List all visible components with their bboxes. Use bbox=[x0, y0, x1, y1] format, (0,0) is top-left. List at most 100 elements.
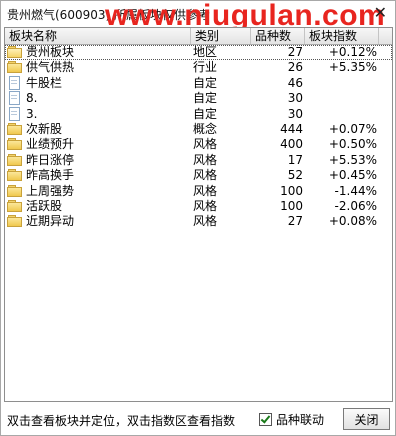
table-row[interactable]: 昨日涨停 风格 17 +5.53% bbox=[5, 153, 392, 168]
sector-name: 上周强势 bbox=[26, 183, 75, 198]
document-icon bbox=[7, 75, 22, 90]
cell-index[interactable] bbox=[307, 91, 377, 106]
column-header-index[interactable]: 板块指数 bbox=[305, 28, 379, 44]
column-header-name[interactable]: 板块名称 bbox=[5, 28, 191, 44]
sector-table[interactable]: 板块名称 类别 品种数 板块指数 贵州板块 地区 27 +0.12% 供气供热 行业 26 +… bbox=[4, 27, 393, 402]
cell-category: 风格 bbox=[193, 183, 218, 198]
cell-index[interactable]: +0.50% bbox=[307, 137, 377, 152]
title-bar[interactable]: 贵州燃气(600903) 所属板块仅供参考 www.niugulan.com ✕ bbox=[1, 0, 395, 32]
cell-index[interactable] bbox=[307, 107, 377, 122]
cell-index[interactable]: +0.08% bbox=[307, 214, 377, 229]
document-icon bbox=[7, 91, 22, 106]
cell-count: 100 bbox=[280, 183, 303, 198]
close-button[interactable]: 关闭 bbox=[343, 408, 390, 430]
table-row[interactable]: 3. 自定 30 bbox=[5, 106, 392, 122]
sector-name: 8. bbox=[26, 91, 38, 106]
folder-icon bbox=[7, 215, 22, 228]
folder-icon bbox=[7, 184, 22, 197]
table-row[interactable]: 业绩预升 风格 400 +0.50% bbox=[5, 137, 392, 152]
cell-index[interactable]: +5.53% bbox=[307, 153, 377, 168]
table-body: 贵州板块 地区 27 +0.12% 供气供热 行业 26 +5.35% 牛股栏 自定 46 8. 自定 3… bbox=[5, 45, 392, 230]
table-row[interactable]: 上周强势 风格 100 -1.44% bbox=[5, 184, 392, 199]
cell-name: 活跃股 bbox=[7, 199, 189, 214]
cell-name: 上周强势 bbox=[7, 184, 189, 199]
cell-count: 26 bbox=[287, 60, 303, 75]
sector-name: 昨高换手 bbox=[26, 168, 75, 183]
folder-icon bbox=[7, 169, 22, 182]
folder-icon bbox=[7, 199, 22, 212]
cell-name: 近期异动 bbox=[7, 214, 189, 229]
table-header: 板块名称 类别 品种数 板块指数 bbox=[5, 28, 392, 45]
cell-category: 地区 bbox=[193, 45, 218, 59]
cell-count: 30 bbox=[287, 91, 303, 106]
cell-index[interactable]: +5.35% bbox=[307, 60, 377, 75]
cell-category: 风格 bbox=[193, 198, 218, 213]
cell-count: 400 bbox=[280, 137, 303, 152]
cell-name: 3. bbox=[7, 106, 189, 122]
folder-icon bbox=[7, 153, 22, 166]
cell-index[interactable] bbox=[307, 76, 377, 91]
cell-name: 业绩预升 bbox=[7, 137, 189, 152]
cell-index[interactable]: +0.07% bbox=[307, 122, 377, 137]
table-row[interactable]: 昨高换手 风格 52 +0.45% bbox=[5, 168, 392, 183]
cell-category: 自定 bbox=[193, 91, 218, 106]
cell-count: 30 bbox=[287, 106, 303, 121]
cell-category: 自定 bbox=[193, 106, 218, 121]
sector-name: 贵州板块 bbox=[26, 45, 75, 59]
folder-open-icon bbox=[7, 46, 22, 58]
column-header-count[interactable]: 品种数 bbox=[251, 28, 305, 44]
checkbox-label: 品种联动 bbox=[276, 413, 325, 427]
cell-index[interactable]: +0.12% bbox=[307, 45, 377, 60]
cell-count: 444 bbox=[280, 121, 303, 136]
folder-icon bbox=[7, 122, 22, 135]
linkage-checkbox[interactable]: 品种联动 bbox=[259, 411, 324, 428]
cell-category: 风格 bbox=[193, 137, 218, 152]
table-row[interactable]: 次新股 概念 444 +0.07% bbox=[5, 122, 392, 137]
cell-count: 27 bbox=[287, 214, 303, 229]
cell-name: 牛股栏 bbox=[7, 75, 189, 91]
cell-category: 风格 bbox=[193, 214, 218, 229]
cell-index[interactable]: -1.44% bbox=[307, 184, 377, 199]
table-row[interactable]: 8. 自定 30 bbox=[5, 91, 392, 106]
cell-count: 46 bbox=[287, 75, 303, 90]
cell-index[interactable]: -2.06% bbox=[307, 199, 377, 214]
cell-count: 100 bbox=[280, 198, 303, 213]
cell-index[interactable]: +0.45% bbox=[307, 168, 377, 183]
cell-category: 概念 bbox=[193, 121, 218, 136]
cell-name: 8. bbox=[7, 91, 189, 106]
cell-category: 行业 bbox=[193, 60, 218, 75]
sector-name: 供气供热 bbox=[26, 60, 75, 75]
sector-name: 3. bbox=[26, 106, 38, 121]
dialog-window: 贵州燃气(600903) 所属板块仅供参考 www.niugulan.com ✕… bbox=[0, 0, 396, 436]
cell-count: 27 bbox=[287, 45, 303, 59]
folder-icon bbox=[7, 61, 22, 74]
cell-category: 风格 bbox=[193, 168, 218, 183]
sector-name: 业绩预升 bbox=[26, 137, 75, 152]
folder-icon bbox=[7, 138, 22, 151]
table-row[interactable]: 贵州板块 地区 27 +0.12% bbox=[5, 45, 392, 61]
cell-name: 昨日涨停 bbox=[7, 153, 189, 168]
table-row[interactable]: 牛股栏 自定 46 bbox=[5, 75, 392, 91]
cell-category: 风格 bbox=[193, 152, 218, 167]
hint-text: 双击查看板块并定位，双击指数区查看指数 bbox=[7, 414, 236, 428]
status-bar: 双击查看板块并定位，双击指数区查看指数 品种联动 关闭 bbox=[1, 403, 395, 435]
column-header-category[interactable]: 类别 bbox=[191, 28, 251, 44]
document-icon bbox=[7, 106, 22, 121]
close-icon[interactable]: ✕ bbox=[374, 4, 387, 22]
table-row[interactable]: 供气供热 行业 26 +5.35% bbox=[5, 60, 392, 75]
cell-count: 52 bbox=[287, 168, 303, 183]
cell-name: 昨高换手 bbox=[7, 168, 189, 183]
sector-name: 牛股栏 bbox=[26, 75, 63, 90]
cell-count: 17 bbox=[287, 152, 303, 167]
sector-name: 次新股 bbox=[26, 121, 63, 136]
cell-category: 自定 bbox=[193, 75, 218, 90]
sector-name: 活跃股 bbox=[26, 198, 63, 213]
cell-name: 次新股 bbox=[7, 122, 189, 137]
table-row[interactable]: 近期异动 风格 27 +0.08% bbox=[5, 214, 392, 229]
table-row[interactable]: 活跃股 风格 100 -2.06% bbox=[5, 199, 392, 214]
sector-name: 昨日涨停 bbox=[26, 152, 75, 167]
checkbox-check-icon[interactable] bbox=[259, 413, 272, 426]
cell-name: 供气供热 bbox=[7, 60, 189, 75]
cell-name: 贵州板块 bbox=[7, 45, 189, 60]
sector-name: 近期异动 bbox=[26, 214, 75, 229]
